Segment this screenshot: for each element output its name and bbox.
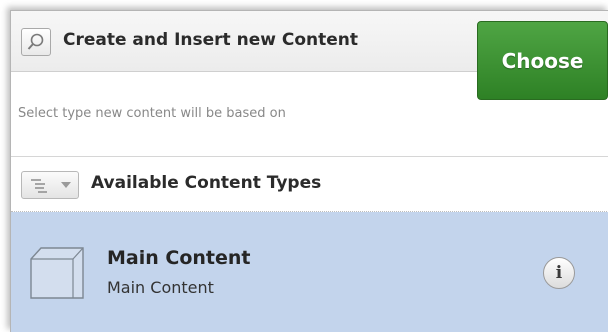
content-type-item[interactable]: Main Content Main Content i: [11, 212, 608, 332]
list-view-toggle[interactable]: [21, 171, 79, 199]
content-type-name: Main Content: [107, 247, 251, 269]
content-types-header: Available Content Types: [11, 157, 608, 212]
create-content-panel: Create and Insert new Content Select typ…: [10, 10, 608, 332]
chevron-down-icon: [61, 182, 71, 188]
list-icon: [31, 179, 47, 193]
choose-button[interactable]: Choose: [477, 21, 608, 100]
content-type-description: Main Content: [107, 278, 214, 297]
content-box-icon: [30, 247, 84, 299]
type-selection-hint: Select type new content will be based on: [18, 106, 286, 121]
search-icon: [27, 33, 44, 50]
info-button[interactable]: i: [543, 257, 575, 289]
search-button[interactable]: [21, 28, 51, 56]
panel-title: Create and Insert new Content: [63, 30, 359, 50]
content-types-title: Available Content Types: [91, 173, 322, 193]
